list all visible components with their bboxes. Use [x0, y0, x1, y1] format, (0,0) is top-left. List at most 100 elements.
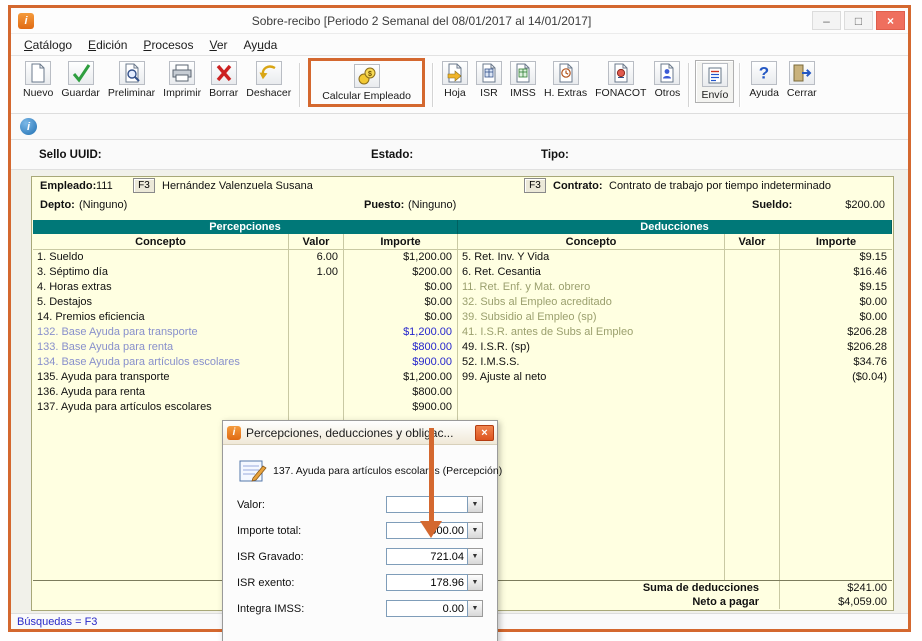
percepcion-concepto: 3. Séptimo día	[33, 265, 289, 280]
payroll-row[interactable]: 135. Ayuda para transporte$1,200.0099. A…	[33, 370, 892, 385]
empleado-f3-button[interactable]: F3	[133, 178, 155, 193]
toolbar-label: Otros	[655, 87, 681, 99]
toolbar-button-otros[interactable]: Otros	[651, 61, 683, 99]
payroll-row[interactable]: 3. Séptimo día1.00$200.006. Ret. Cesanti…	[33, 265, 892, 280]
column-header-concepto: Concepto	[458, 234, 725, 249]
menu-item-catalogo[interactable]: Catálogo	[16, 36, 80, 54]
payroll-row[interactable]: 5. Destajos$0.0032. Subs al Empleo acred…	[33, 295, 892, 310]
integra-imss-input[interactable]	[386, 600, 468, 617]
new-document-icon	[25, 61, 51, 85]
toolbar-button-ayuda[interactable]: ?Ayuda	[746, 61, 782, 99]
dialog-field-importe-total: Importe total: ▼	[237, 522, 483, 539]
screenshot-root: i Sobre-recibo [Periodo 2 Semanal del 08…	[0, 0, 922, 641]
dialog-title-bar[interactable]: i Percepciones, deducciones y obligac...…	[223, 421, 497, 445]
toolbar-separator	[688, 63, 690, 107]
status-text: Búsquedas = F3	[17, 616, 97, 628]
dialog-close-button[interactable]: ×	[475, 425, 494, 441]
deduccion-importe: $34.76	[780, 355, 892, 370]
payroll-row[interactable]: 14. Premios eficiencia$0.0039. Subsidio …	[33, 310, 892, 325]
payroll-row[interactable]: 133. Base Ayuda para renta$800.0049. I.S…	[33, 340, 892, 355]
dialog-title: Percepciones, deducciones y obligac...	[241, 426, 475, 440]
deduccion-concepto	[458, 400, 725, 415]
payroll-row[interactable]: 136. Ayuda para renta$800.00	[33, 385, 892, 400]
percepcion-concepto: 5. Destajos	[33, 295, 289, 310]
deduccion-importe: $9.15	[780, 250, 892, 265]
deduccion-valor	[725, 370, 780, 385]
toolbar-button-calcular-empleado[interactable]: $Calcular Empleado	[319, 64, 414, 102]
dialog-app-icon: i	[227, 426, 241, 440]
spinner-dropdown-button[interactable]: ▼	[468, 522, 483, 539]
toolbar-label: Borrar	[209, 87, 238, 99]
menu-item-edicion[interactable]: Edición	[80, 36, 135, 54]
employee-row-1: Empleado: 111 F3 Hernández Valenzuela Su…	[32, 177, 893, 196]
deduccion-concepto: 5. Ret. Inv. Y Vida	[458, 250, 725, 265]
close-button[interactable]: ×	[876, 11, 905, 30]
toolbar-label: Calcular Empleado	[322, 90, 411, 102]
isr-exento-input[interactable]	[386, 574, 468, 591]
toolbar-button-nuevo[interactable]: Nuevo	[20, 61, 56, 99]
percepcion-concepto: 133. Base Ayuda para renta	[33, 340, 289, 355]
toolbar-button-imprimir[interactable]: Imprimir	[160, 61, 204, 99]
menu-item-ver[interactable]: Ver	[201, 36, 235, 54]
toolbar-button-h-extras[interactable]: H. Extras	[541, 61, 590, 99]
annotation-highlight-box: $Calcular Empleado	[308, 58, 425, 107]
spinner-dropdown-button[interactable]: ▼	[468, 600, 483, 617]
menu-item-ayuda[interactable]: Ayuda	[235, 36, 285, 54]
field-label: Importe total:	[237, 525, 386, 537]
toolbar-label: Preliminar	[108, 87, 155, 99]
toolbar-button-borrar[interactable]: Borrar	[206, 61, 241, 99]
payroll-row[interactable]: 4. Horas extras$0.0011. Ret. Enf. y Mat.…	[33, 280, 892, 295]
contrato-f3-button[interactable]: F3	[524, 178, 546, 193]
spinner-dropdown-button[interactable]: ▼	[468, 496, 483, 513]
menu-item-procesos[interactable]: Procesos	[135, 36, 201, 54]
percepcion-valor	[289, 280, 344, 295]
concept-document-icon	[237, 456, 267, 486]
toolbar-button-cerrar[interactable]: Cerrar	[784, 61, 820, 99]
annotation-arrow-head	[420, 521, 442, 538]
deduccion-concepto: 6. Ret. Cesantia	[458, 265, 725, 280]
toolbar-button-isr[interactable]: ISR	[473, 61, 505, 99]
valor-input[interactable]	[386, 496, 468, 513]
depto-value: (Ninguno)	[79, 199, 127, 211]
print-preview-icon	[119, 61, 145, 85]
info-icon[interactable]: i	[20, 118, 37, 135]
field-label: ISR exento:	[237, 577, 386, 589]
percepcion-concepto: 1. Sueldo	[33, 250, 289, 265]
depto-label: Depto:	[40, 199, 75, 211]
toolbar-button-fonacot[interactable]: FONACOT	[592, 61, 649, 99]
toolbar-button-preliminar[interactable]: Preliminar	[105, 61, 158, 99]
toolbar-button-deshacer[interactable]: Deshacer	[243, 61, 294, 99]
percepcion-importe: $200.00	[344, 265, 458, 280]
payroll-row[interactable]: 134. Base Ayuda para artículos escolares…	[33, 355, 892, 370]
payroll-row[interactable]: 137. Ayuda para artículos escolares$900.…	[33, 400, 892, 415]
deduccion-importe: $0.00	[780, 295, 892, 310]
deduccion-concepto: 32. Subs al Empleo acreditado	[458, 295, 725, 310]
concept-header: 137. Ayuda para artículos escolares (Per…	[237, 455, 483, 487]
deduccion-importe	[780, 385, 892, 400]
percepcion-importe: $0.00	[344, 295, 458, 310]
percepcion-valor	[289, 295, 344, 310]
neto-a-pagar-label: Neto a pagar	[458, 595, 780, 609]
maximize-button[interactable]: □	[844, 11, 873, 30]
minimize-button[interactable]: –	[812, 11, 841, 30]
spinner-dropdown-button[interactable]: ▼	[468, 548, 483, 565]
toolbar-button-hoja[interactable]: Hoja	[439, 61, 471, 99]
toolbar-button-imss[interactable]: IMSS	[507, 61, 539, 99]
toolbar-label: Envío	[701, 89, 728, 101]
send-document-icon	[702, 63, 728, 87]
payroll-row[interactable]: 132. Base Ayuda para transporte$1,200.00…	[33, 325, 892, 340]
tipo-label: Tipo:	[541, 149, 569, 161]
isr-gravado-input[interactable]	[386, 548, 468, 565]
sello-uuid-label: Sello UUID:	[39, 149, 102, 161]
toolbar-button-guardar[interactable]: Guardar	[58, 61, 103, 99]
printer-icon	[169, 61, 195, 85]
dialog-field-valor: Valor:▼	[237, 496, 483, 513]
toolbar: Nuevo Guardar Preliminar Imprimir Borrar Desh…	[11, 56, 908, 114]
percepcion-importe: $0.00	[344, 280, 458, 295]
toolbar-label: Nuevo	[23, 87, 53, 99]
spinner-dropdown-button[interactable]: ▼	[468, 574, 483, 591]
toolbar-button-envio[interactable]: Envío	[695, 60, 734, 103]
svg-text:?: ?	[759, 64, 769, 83]
puesto-label: Puesto:	[364, 199, 404, 211]
payroll-row[interactable]: 1. Sueldo6.00$1,200.005. Ret. Inv. Y Vid…	[33, 250, 892, 265]
